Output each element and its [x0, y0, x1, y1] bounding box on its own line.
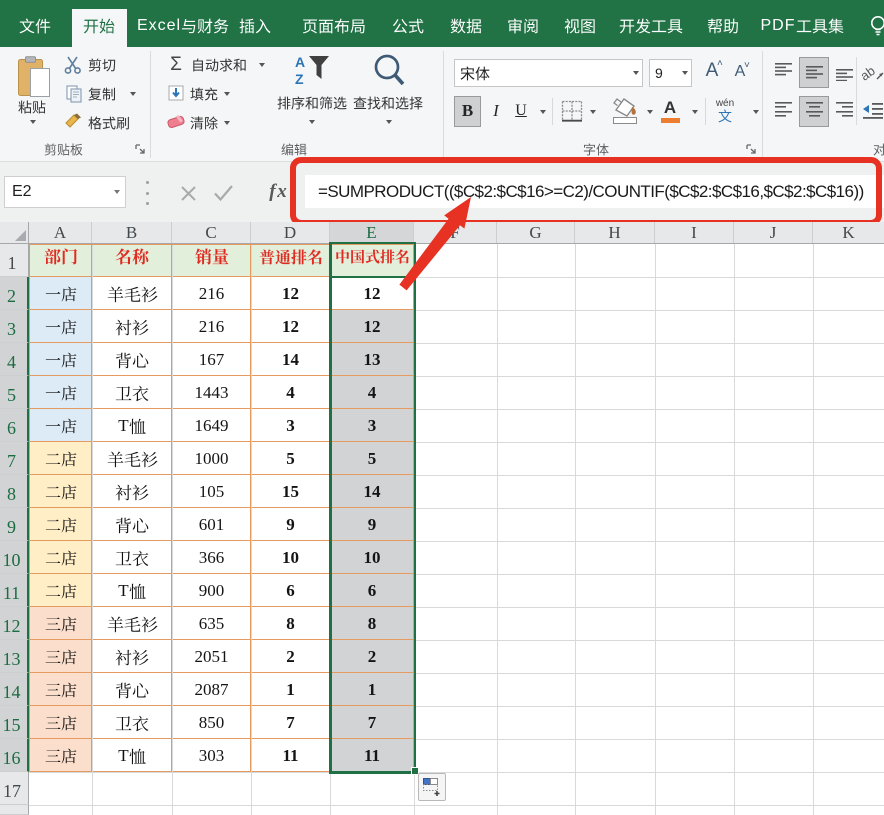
svg-text:A: A: [295, 54, 305, 70]
svg-text:Z: Z: [295, 71, 304, 87]
svg-text:ab: ab: [862, 63, 878, 84]
